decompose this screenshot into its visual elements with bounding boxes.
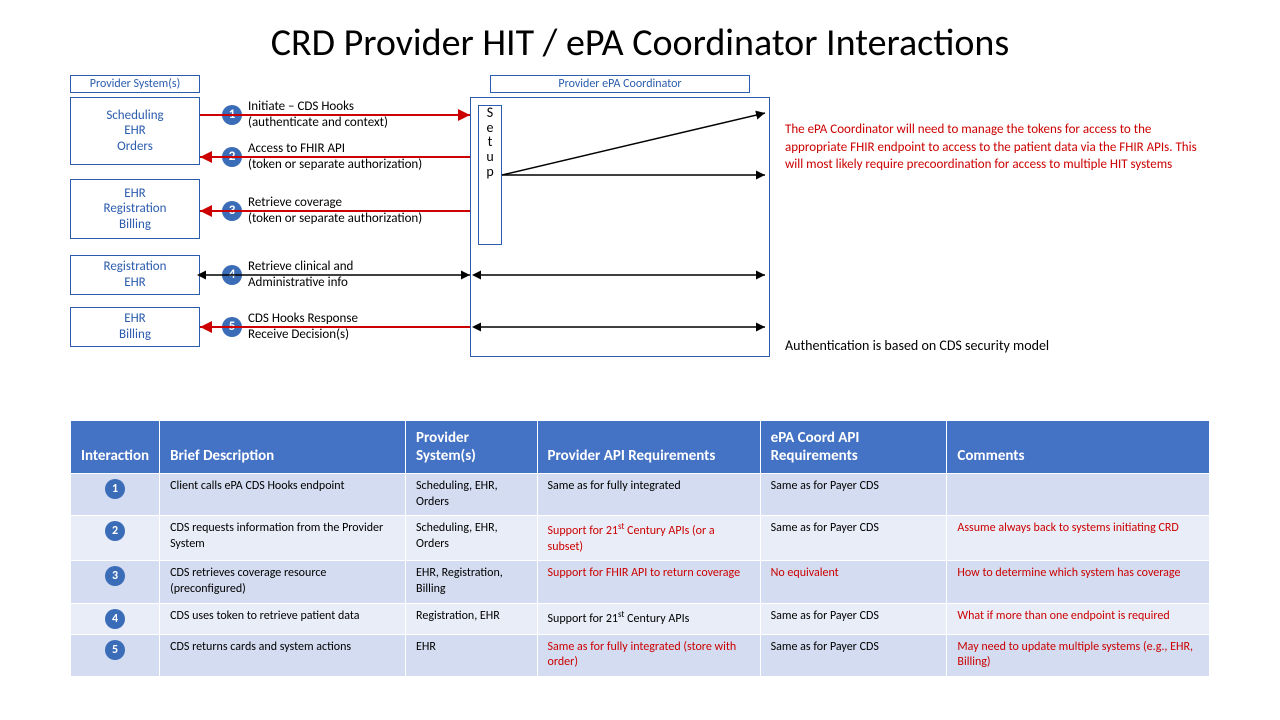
box-ehr-registration-billing: EHR Registration Billing xyxy=(70,179,200,239)
box-label: EHR Registration Billing xyxy=(104,186,167,233)
table-row: 3CDS retrieves coverage resource (precon… xyxy=(71,561,1210,603)
box-scheduling-ehr-orders: Scheduling EHR Orders xyxy=(70,97,200,165)
row-badge: 2 xyxy=(105,521,125,541)
setup-label: Setup xyxy=(486,104,493,180)
table-header: Comments xyxy=(947,421,1210,474)
epa-coordinator-box xyxy=(470,97,770,357)
table-header: Brief Description xyxy=(160,421,406,474)
box-label: Scheduling EHR Orders xyxy=(106,108,163,155)
table-row: 2CDS requests information from the Provi… xyxy=(71,516,1210,561)
table-header: Provider API Requirements xyxy=(537,421,760,474)
step-label-3: Retrieve coverage(token or separate auth… xyxy=(248,195,422,226)
step-label-1: Initiate – CDS Hooks(authenticate and co… xyxy=(248,99,388,130)
table-row: 4CDS uses token to retrieve patient data… xyxy=(71,603,1210,634)
box-label: Registration EHR xyxy=(104,259,167,290)
step-label-5: CDS Hooks ResponseReceive Decision(s) xyxy=(248,311,358,342)
page-title: CRD Provider HIT / ePA Coordinator Inter… xyxy=(0,0,1280,66)
setup-box: Setup xyxy=(478,105,502,245)
step-label-2: Access to FHIR API(token or separate aut… xyxy=(248,141,422,172)
step-badge-5: 5 xyxy=(222,317,242,337)
step-badge-1: 1 xyxy=(222,105,242,125)
row-badge: 1 xyxy=(105,479,125,499)
authentication-note: Authentication is based on CDS security … xyxy=(785,337,1049,354)
step-badge-4: 4 xyxy=(222,265,242,285)
table-header: ePA Coord API Requirements xyxy=(760,421,947,474)
table-header: Provider System(s) xyxy=(406,421,537,474)
table-row: 1Client calls ePA CDS Hooks endpointSche… xyxy=(71,474,1210,516)
table-header: Interaction xyxy=(71,421,160,474)
step-badge-3: 3 xyxy=(222,201,242,221)
box-ehr-billing: EHR Billing xyxy=(70,307,200,347)
provider-systems-label: Provider System(s) xyxy=(70,75,200,93)
epa-coordinator-label: Provider ePA Coordinator xyxy=(490,75,750,93)
interaction-diagram: Provider System(s) Provider ePA Coordina… xyxy=(70,75,1210,405)
step-badge-2: 2 xyxy=(222,147,242,167)
step-label-4: Retrieve clinical andAdministrative info xyxy=(248,259,353,290)
row-badge: 4 xyxy=(105,609,125,629)
epa-token-note: The ePA Coordinator will need to manage … xyxy=(785,121,1205,174)
interactions-table: InteractionBrief DescriptionProvider Sys… xyxy=(70,420,1210,677)
box-label: EHR Billing xyxy=(119,311,151,342)
row-badge: 3 xyxy=(105,566,125,586)
table-row: 5CDS returns cards and system actionsEHR… xyxy=(71,634,1210,676)
box-registration-ehr: Registration EHR xyxy=(70,255,200,295)
row-badge: 5 xyxy=(105,640,125,660)
